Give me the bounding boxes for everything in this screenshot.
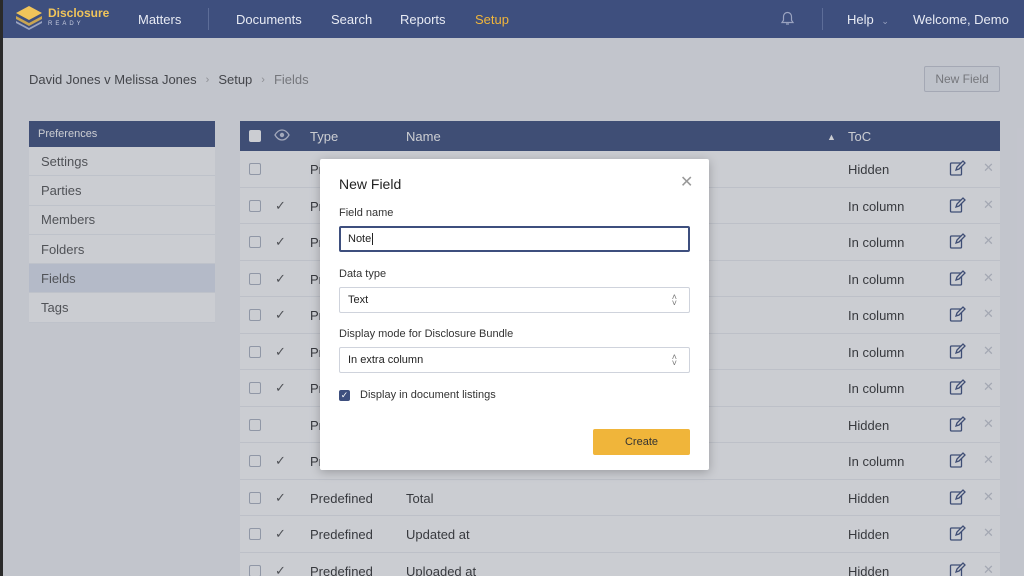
display-mode-select[interactable]: In extra column ˄ ˅ [339, 347, 690, 373]
data-type-value: Text [348, 294, 369, 306]
display-in-listings-option[interactable]: ✓ Display in document listings [339, 389, 496, 401]
data-type-label: Data type [339, 268, 387, 280]
display-mode-label: Display mode for Disclosure Bundle [339, 328, 514, 340]
logo-title: Disclosure [48, 6, 110, 20]
create-button[interactable]: Create [593, 429, 690, 455]
logo-mark-icon [14, 4, 44, 30]
nav-reports[interactable]: Reports [400, 12, 446, 27]
top-nav-bar: Disclosure READY Matters Documents Searc… [0, 0, 1024, 38]
window-edge [0, 0, 3, 576]
nav-divider [208, 8, 209, 30]
nav-setup[interactable]: Setup [475, 12, 509, 27]
text-caret [372, 233, 374, 245]
help-label: Help [847, 12, 874, 27]
nav-divider [822, 8, 823, 30]
new-field-dialog: New Field ✕ Field name Note Data type Te… [320, 159, 709, 470]
select-arrows-icon: ˄ ˅ [671, 292, 677, 308]
nav-search[interactable]: Search [331, 12, 372, 27]
data-type-select[interactable]: Text ˄ ˅ [339, 287, 690, 313]
logo[interactable]: Disclosure READY [14, 4, 109, 30]
chevron-down-icon: ⌄ [881, 16, 889, 26]
bell-icon[interactable] [780, 11, 795, 32]
field-name-value: Note [348, 233, 372, 245]
display-mode-value: In extra column [348, 354, 424, 366]
display-in-listings-checkbox[interactable]: ✓ [339, 389, 350, 401]
field-name-label: Field name [339, 207, 394, 219]
nav-documents[interactable]: Documents [236, 12, 302, 27]
logo-subtitle: READY [48, 21, 84, 27]
welcome-user-menu[interactable]: Welcome, Demo [913, 12, 1009, 27]
close-icon[interactable]: ✕ [680, 172, 693, 192]
select-arrows-icon: ˄ ˅ [671, 352, 677, 368]
nav-matters[interactable]: Matters [138, 12, 181, 27]
field-name-input[interactable]: Note [339, 226, 690, 252]
dialog-title: New Field [339, 176, 402, 192]
help-menu[interactable]: Help ⌄ [847, 12, 889, 27]
display-in-listings-label: Display in document listings [360, 389, 496, 401]
